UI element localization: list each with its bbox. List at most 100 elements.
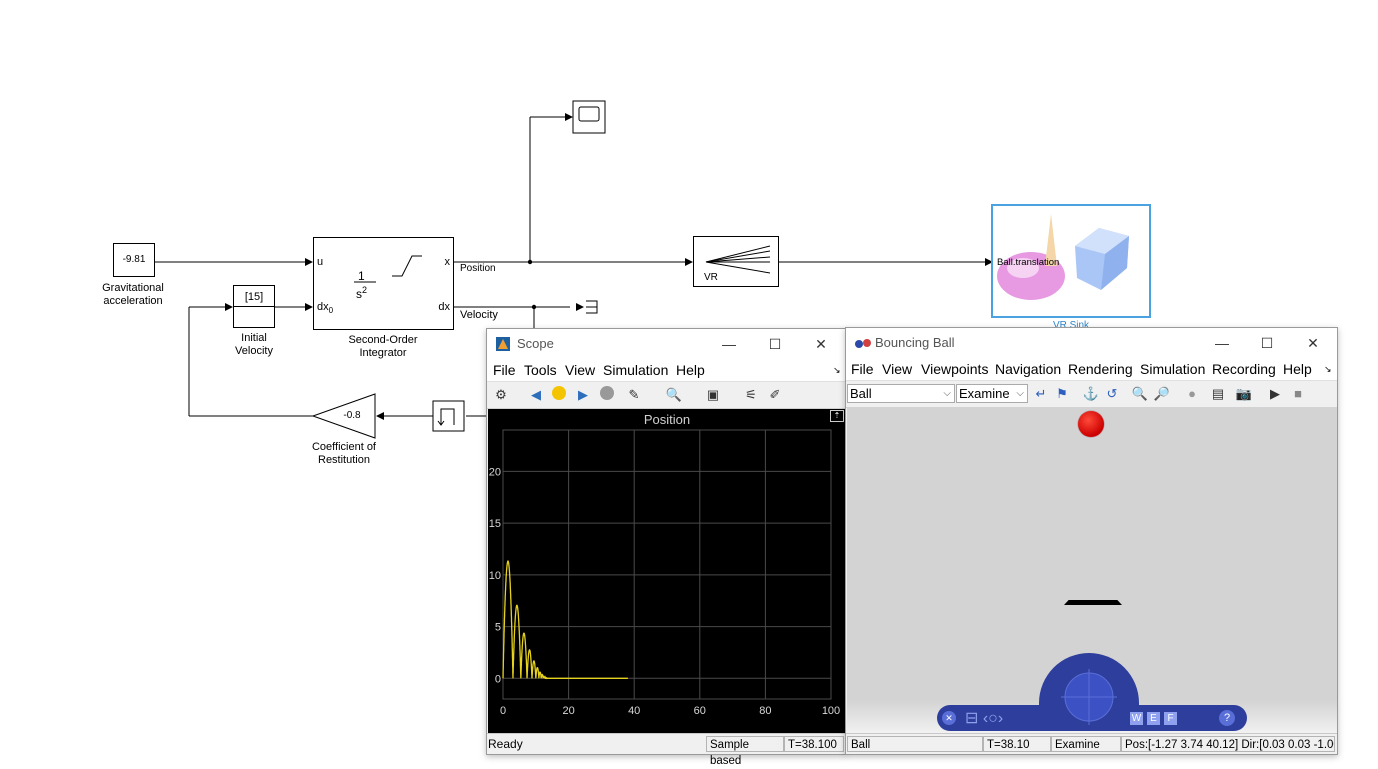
- scope-statusbar: Ready Sample based T=38.100: [487, 733, 845, 767]
- nav-fly-button[interactable]: F: [1164, 712, 1177, 725]
- vr-app-icon: [854, 337, 872, 349]
- zoom-in-icon[interactable]: 🔍: [1131, 385, 1149, 403]
- scope-status-time: T=38.100: [784, 736, 844, 752]
- highlight-icon[interactable]: ✎: [625, 386, 643, 404]
- second-order-integrator-block[interactable]: u dx0 x dx 1 s2: [313, 237, 454, 330]
- vr-menu-dock-icon[interactable]: ↘: [1324, 364, 1332, 375]
- navigation-select[interactable]: Examine ⌵: [956, 384, 1028, 403]
- y-tick-label: 15: [489, 518, 501, 530]
- y-tick-label: 10: [489, 570, 501, 582]
- vr-viewer-window: Bouncing Ball — ☐ ✕ File View Viewpoints…: [845, 327, 1338, 755]
- nav-left-arrows-icon[interactable]: ⊟ ‹○›: [965, 708, 1003, 728]
- flag-icon[interactable]: ⚑: [1053, 385, 1071, 403]
- x-tick-label: 40: [628, 705, 640, 717]
- vr-status-node: Ball: [847, 736, 983, 752]
- x-tick-label: 100: [822, 705, 840, 717]
- vr-menu-help[interactable]: Help: [1283, 361, 1312, 377]
- port-dx-label: dx: [438, 301, 450, 313]
- stop-icon[interactable]: ■: [1289, 385, 1307, 403]
- integrator-numerator: 1: [358, 269, 365, 283]
- viewpoint-select-value: Ball: [850, 386, 872, 401]
- settings-icon[interactable]: ⚙: [492, 386, 510, 404]
- vr-menu-navigation[interactable]: Navigation: [995, 361, 1061, 377]
- scope-plot-area[interactable]: Position ⇡ 0 20 40 60 80 100 0 5 10 15 20: [488, 409, 846, 733]
- style-icon[interactable]: ✐: [766, 386, 784, 404]
- x-tick-label: 80: [759, 705, 771, 717]
- ball-object: [1078, 411, 1104, 437]
- x-tick-label: 0: [500, 705, 506, 717]
- vr-signal-expander-block[interactable]: VR: [693, 236, 779, 287]
- chevron-down-icon: ⌵: [943, 388, 951, 399]
- vr-minimize-button[interactable]: —: [1202, 332, 1242, 354]
- gravity-constant-block[interactable]: -9.81: [113, 243, 155, 277]
- scope-chart: 0 20 40 60 80 100 0 5 10 15 20: [489, 429, 840, 717]
- integrator-denominator: s2: [356, 285, 367, 301]
- properties-icon[interactable]: ▤: [1209, 385, 1227, 403]
- scope-menubar: File Tools View Simulation Help ↘: [487, 359, 845, 381]
- scope-toolbar: ⚙ ◀ ▶ ✎ 🔍 ▣ ⚟ ✐: [487, 381, 845, 409]
- x-tick-label: 60: [694, 705, 706, 717]
- vr-close-button[interactable]: ✕: [1293, 332, 1333, 354]
- x-tick-label: 20: [562, 705, 574, 717]
- port-dx0-label: dx0: [317, 301, 333, 315]
- zoom-in-icon[interactable]: 🔍: [665, 386, 683, 404]
- vr-scene-canvas[interactable]: ✕ ⊟ ‹○› W E F ?: [847, 407, 1337, 736]
- straighten-up-icon[interactable]: ⚓: [1082, 385, 1100, 403]
- vr-menu-file[interactable]: File: [851, 361, 874, 377]
- scope-menu-file[interactable]: File: [493, 362, 516, 378]
- cursor-measure-icon[interactable]: ⚟: [742, 386, 760, 404]
- step-forward-icon[interactable]: ▶: [574, 386, 592, 404]
- return-viewpoint-icon[interactable]: ↵: [1032, 385, 1050, 403]
- vr-sink-block[interactable]: Ball.translation: [991, 204, 1151, 318]
- close-icon[interactable]: ✕: [942, 711, 956, 725]
- scope-menu-simulation[interactable]: Simulation: [603, 362, 668, 378]
- vr-titlebar[interactable]: Bouncing Ball — ☐ ✕: [846, 328, 1337, 358]
- position-series-line: [502, 560, 628, 680]
- vr-menu-view[interactable]: View: [882, 361, 912, 377]
- initial-velocity-block[interactable]: [15]: [233, 285, 275, 328]
- scope-maximize-button[interactable]: ☐: [755, 333, 795, 355]
- viewpoint-select[interactable]: Ball ⌵: [847, 384, 955, 403]
- vr-menu-recording[interactable]: Recording: [1212, 361, 1276, 377]
- vr-block-label: VR: [704, 272, 718, 283]
- camera-icon[interactable]: 📷: [1235, 385, 1253, 403]
- nav-help-icon[interactable]: ?: [1219, 710, 1235, 726]
- nav-examine-button[interactable]: E: [1147, 712, 1160, 725]
- signal-position-label: Position: [460, 263, 496, 274]
- gain-label: Coefficient of Restitution: [311, 441, 376, 466]
- record-icon[interactable]: ●: [1183, 385, 1201, 403]
- vr-maximize-button[interactable]: ☐: [1247, 332, 1287, 354]
- plot-frame: [502, 429, 832, 700]
- scope-title: Scope: [517, 336, 554, 351]
- play-icon[interactable]: ▶: [1266, 385, 1284, 403]
- scope-minimize-button[interactable]: —: [709, 333, 749, 355]
- floor-object: [1064, 600, 1122, 605]
- undo-move-icon[interactable]: ↺: [1103, 385, 1121, 403]
- stop-icon[interactable]: [598, 386, 616, 404]
- vr-menu-simulation[interactable]: Simulation: [1140, 361, 1205, 377]
- vr-status-position: Pos:[-1.27 3.74 40.12] Dir:[0.03 0.03 -1…: [1121, 736, 1335, 752]
- vr-menubar: File View Viewpoints Navigation Renderin…: [846, 358, 1337, 380]
- navigation-select-value: Examine: [959, 386, 1010, 401]
- navigation-wheel[interactable]: [1039, 653, 1139, 729]
- nav-walk-button[interactable]: W: [1130, 712, 1143, 725]
- vr-statusbar: Ball T=38.10 Examine Pos:[-1.27 3.74 40.…: [846, 733, 1337, 754]
- step-back-icon[interactable]: ◀: [527, 386, 545, 404]
- autoscale-icon[interactable]: ▣: [704, 386, 722, 404]
- scope-status-ready: Ready: [488, 737, 523, 751]
- y-tick-label: 5: [495, 622, 501, 634]
- scope-menu-view[interactable]: View: [565, 362, 595, 378]
- vr-status-mode: Examine: [1051, 736, 1121, 752]
- run-icon[interactable]: [550, 386, 568, 404]
- scope-menu-help[interactable]: Help: [676, 362, 705, 378]
- zoom-out-icon[interactable]: 🔎: [1153, 385, 1171, 403]
- vr-menu-rendering[interactable]: Rendering: [1068, 361, 1133, 377]
- scope-app-icon: [496, 337, 510, 351]
- scope-menu-tools[interactable]: Tools: [524, 362, 557, 378]
- vr-menu-viewpoints[interactable]: Viewpoints: [921, 361, 988, 377]
- port-u-label: u: [317, 256, 324, 268]
- scope-menu-dock-icon[interactable]: ↘: [833, 365, 841, 376]
- chevron-down-icon: ⌵: [1016, 388, 1024, 399]
- scope-close-button[interactable]: ✕: [801, 333, 841, 355]
- scope-titlebar[interactable]: Scope — ☐ ✕: [487, 329, 845, 359]
